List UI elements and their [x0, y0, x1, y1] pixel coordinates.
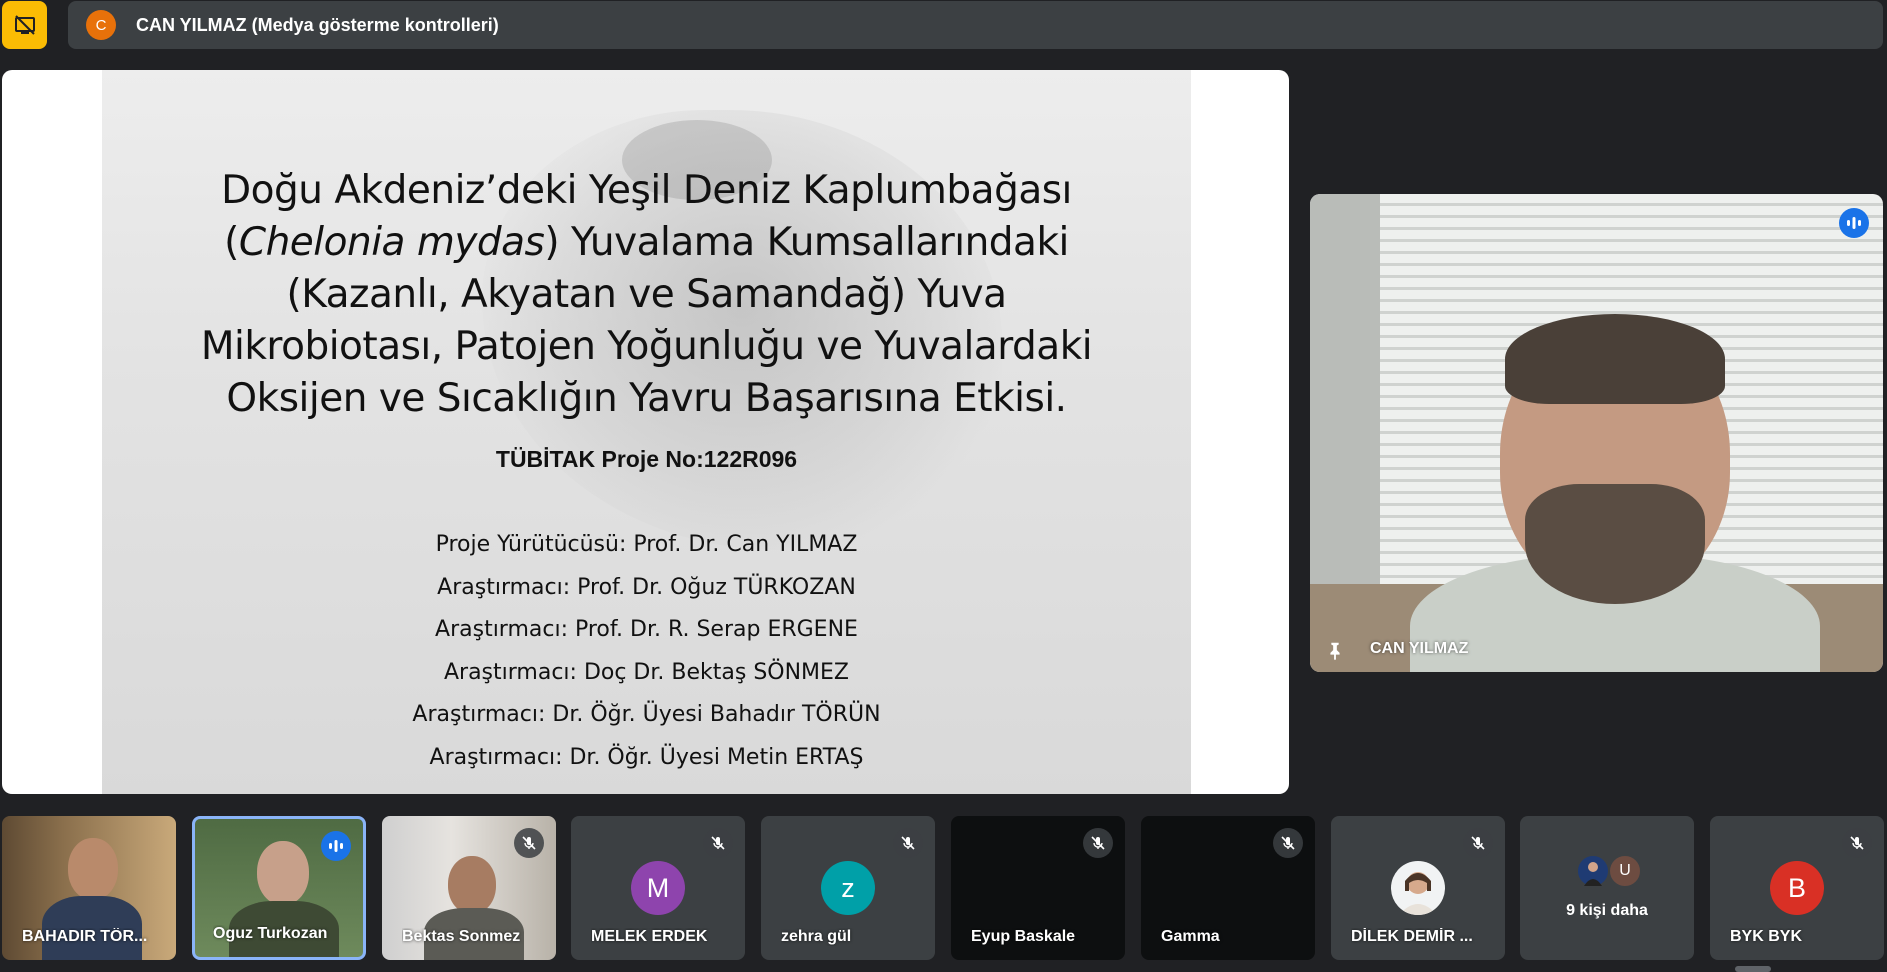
more-participants-label: 9 kişi daha: [1566, 902, 1648, 919]
participant-name: Eyup Baskale: [971, 928, 1076, 945]
participant-avatar: z: [821, 861, 875, 915]
slide-title: Doğu Akdeniz’deki Yeşil Deniz Kaplumbağa…: [102, 165, 1191, 425]
credit-line: Araştırmacı: Doç Dr. Bektaş SÖNMEZ: [443, 659, 850, 685]
credit-line: Proje Yürütücüsü: Prof. Dr. Can YILMAZ: [435, 532, 858, 557]
participant-name: Gamma: [1161, 928, 1220, 945]
participant-name: BYK BYK: [1730, 928, 1803, 945]
participant-tile[interactable]: DİLEK DEMİR ...: [1331, 816, 1505, 960]
speaker-video: [1410, 314, 1820, 672]
participant-tile[interactable]: Bektas Sonmez: [382, 816, 556, 960]
slide-title-line: Oksijen ve Sıcaklığın Yavru Başarısına E…: [226, 376, 1067, 421]
presentation-slide: Doğu Akdeniz’deki Yeşil Deniz Kaplumbağa…: [102, 70, 1191, 794]
participant-tile[interactable]: M MELEK ERDEK: [571, 816, 745, 960]
participant-tile[interactable]: B BYK BYK: [1710, 816, 1884, 960]
credit-line: Araştırmacı: Prof. Dr. Oğuz TÜRKOZAN: [437, 574, 856, 600]
scrollbar[interactable]: [1735, 966, 1771, 972]
slide-title-line: (Chelonia mydas) Yuvalama Kumsallarındak…: [224, 220, 1069, 265]
participant-avatar: M: [631, 861, 685, 915]
mic-off-icon: [1083, 828, 1113, 858]
participant-avatar: U: [1608, 854, 1642, 888]
mic-off-icon: [1273, 828, 1303, 858]
present-screen-icon: [14, 15, 35, 35]
slide-title-line: Doğu Akdeniz’deki Yeşil Deniz Kaplumbağa…: [221, 168, 1072, 213]
credits-list: Proje Yürütücüsü: Prof. Dr. Can YILMAZ A…: [102, 524, 1191, 779]
speaking-indicator-icon: [1839, 208, 1869, 238]
participant-name: Oguz Turkozan: [213, 925, 328, 942]
mic-off-icon: [1842, 828, 1872, 858]
speaking-indicator-icon: [321, 831, 351, 861]
shared-screen: Doğu Akdeniz’deki Yeşil Deniz Kaplumbağa…: [2, 70, 1289, 794]
participant-name: MELEK ERDEK: [591, 928, 708, 945]
participant-tile[interactable]: Eyup Baskale: [951, 816, 1125, 960]
slide-title-line: (Kazanlı, Akyatan ve Samandağ) Yuva: [286, 272, 1007, 317]
project-number: TÜBİTAK Proje No:122R096: [495, 446, 798, 472]
participant-tile[interactable]: BAHADIR TÖR...: [2, 816, 176, 960]
participant-tile[interactable]: Oguz Turkozan: [192, 816, 366, 960]
participant-name: Bektas Sonmez: [402, 928, 521, 945]
participant-name: DİLEK DEMİR ...: [1351, 928, 1473, 945]
more-participants-tile[interactable]: U 9 kişi daha: [1520, 816, 1694, 960]
credit-line: Araştırmacı: Dr. Öğr. Üyesi Bahadır TÖRÜ…: [412, 702, 881, 727]
more-participants-avatars: U: [1576, 854, 1646, 890]
slide-title-line: Mikrobiotası, Patojen Yoğunluğu ve Yuval…: [200, 324, 1093, 369]
presenter-avatar: C: [86, 10, 116, 40]
mic-off-icon: [703, 828, 733, 858]
speaker-name: CAN YILMAZ: [1370, 640, 1469, 657]
participant-tile[interactable]: z zehra gül: [761, 816, 935, 960]
participant-name: BAHADIR TÖR...: [22, 928, 148, 945]
participant-avatar: [1576, 854, 1610, 888]
participant-avatar: [1391, 861, 1445, 915]
presenter-bar[interactable]: C CAN YILMAZ (Medya gösterme kontrolleri…: [68, 1, 1883, 49]
mic-off-icon: [1463, 828, 1493, 858]
credit-line: Araştırmacı: Prof. Dr. R. Serap ERGENE: [435, 617, 858, 642]
participant-tile[interactable]: Gamma: [1141, 816, 1315, 960]
speaker-video-tile[interactable]: CAN YILMAZ: [1310, 194, 1883, 672]
participant-avatar: B: [1770, 861, 1824, 915]
stop-presenting-button[interactable]: [2, 1, 47, 49]
participant-name: zehra gül: [781, 928, 852, 945]
species-name: Chelonia mydas: [238, 220, 545, 265]
mic-off-icon: [514, 828, 544, 858]
pin-icon[interactable]: [1324, 640, 1346, 662]
mic-off-icon: [893, 828, 923, 858]
presenter-label: CAN YILMAZ (Medya gösterme kontrolleri): [136, 14, 499, 35]
credit-line: Araştırmacı: Dr. Öğr. Üyesi Metin ERTAŞ: [429, 744, 864, 770]
